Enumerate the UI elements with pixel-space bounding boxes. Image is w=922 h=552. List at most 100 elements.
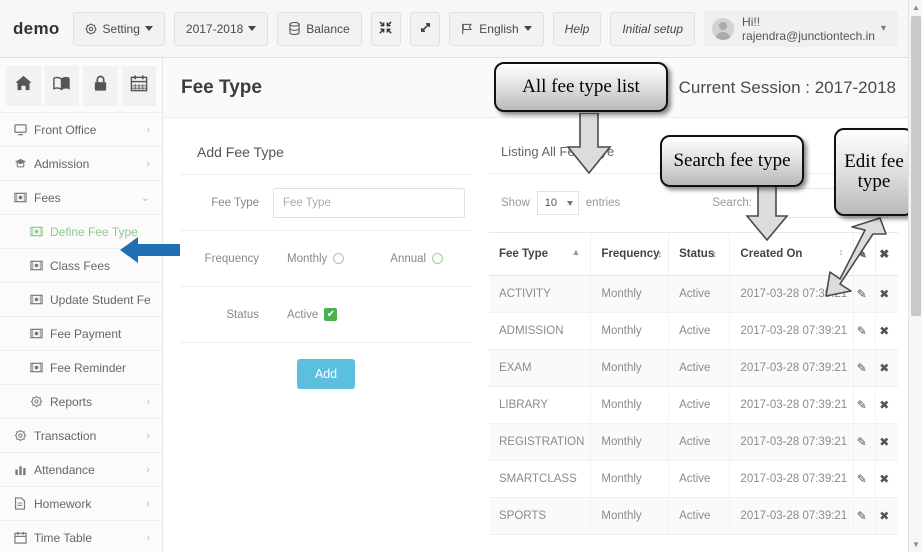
col-fee-type[interactable]: Fee Type — [489, 232, 592, 276]
radio-icon[interactable] — [432, 253, 444, 264]
money-icon — [30, 328, 50, 339]
user-menu[interactable]: Hi!! rajendra@junctiontech.in ▾ — [704, 10, 898, 47]
home-icon-tile[interactable] — [6, 66, 41, 106]
lock-icon — [92, 74, 109, 98]
row-edit-button[interactable]: ✎ — [853, 349, 877, 387]
add-button[interactable]: Add — [296, 359, 356, 389]
cell-fee-type: REGISTRATION — [489, 423, 592, 461]
sidebar-item-fee-reminder[interactable]: Fee Reminder — [0, 351, 162, 385]
frequency-monthly-option[interactable]: Monthly — [287, 252, 345, 265]
compress-button[interactable] — [370, 11, 401, 46]
table-row: SMARTCLASS Monthly Active 2017-03-28 07:39:… — [489, 460, 898, 498]
sidebar-item-admission[interactable]: Admission › — [0, 147, 162, 181]
close-icon[interactable]: ✖ — [879, 398, 889, 412]
row-delete-button[interactable]: ✖ — [875, 423, 898, 461]
status-active-checkbox[interactable]: Active ✔ — [273, 308, 465, 321]
check-icon[interactable]: ✔ — [324, 308, 338, 321]
row-delete-button[interactable]: ✖ — [875, 386, 898, 424]
close-icon[interactable]: ✖ — [879, 324, 889, 338]
row-delete-button[interactable]: ✖ — [875, 349, 898, 387]
session-year-button[interactable]: 2017-2018 — [173, 11, 269, 46]
balance-label: Balance — [306, 21, 350, 36]
calendar-icon-tile[interactable] — [121, 66, 156, 106]
sidebar-item-label: Transaction — [34, 428, 97, 443]
row-edit-button[interactable]: ✎ — [853, 386, 877, 424]
sidebar-item-attendance[interactable]: Attendance › — [0, 453, 162, 487]
chevron-right-icon: › — [146, 463, 150, 476]
row-delete-button[interactable]: ✖ — [875, 497, 898, 535]
sidebar-item-time-table[interactable]: Time Table › — [0, 521, 162, 552]
col-frequency[interactable]: Frequency↕ — [590, 232, 670, 276]
lock-icon-tile[interactable] — [83, 66, 118, 106]
row-delete-button[interactable]: ✖ — [875, 460, 898, 498]
close-icon[interactable]: ✖ — [879, 361, 889, 375]
scroll-up-icon[interactable]: ▲ — [912, 3, 920, 12]
cell-frequency: Monthly — [590, 423, 670, 461]
cell-fee-type: ADMISSION — [489, 312, 592, 350]
edit-icon[interactable]: ✎ — [857, 324, 867, 338]
book-icon-tile[interactable] — [44, 66, 79, 106]
user-greeting: Hi!! rajendra@junctiontech.in — [742, 14, 875, 43]
row-delete-button[interactable]: ✖ — [875, 312, 898, 350]
close-icon[interactable]: ✖ — [879, 509, 889, 523]
sidebar-item-fee-payment[interactable]: Fee Payment — [0, 317, 162, 351]
row-edit-button[interactable]: ✎ — [853, 423, 877, 461]
radio-icon[interactable] — [333, 253, 345, 264]
cell-created-on: 2017-03-28 07:39:21 — [729, 497, 855, 535]
cell-created-on: 2017-03-28 07:39:21 — [729, 460, 855, 498]
brand-logo[interactable]: demo — [0, 19, 73, 39]
sidebar-item-fees[interactable]: Fees ⌄ — [0, 181, 162, 215]
help-button[interactable]: Help — [552, 11, 602, 46]
frequency-monthly-label: Monthly — [287, 252, 328, 265]
setting-button[interactable]: Setting — [72, 11, 165, 46]
frequency-annual-option[interactable]: Annual — [390, 253, 444, 265]
row-edit-button[interactable]: ✎ — [853, 497, 877, 535]
document-icon — [14, 497, 34, 510]
cell-fee-type: EXAM — [489, 349, 592, 387]
page-scrollbar[interactable]: ▲ ▼ — [908, 0, 922, 552]
entries-select[interactable]: 10 — [536, 191, 579, 215]
sidebar-item-label: Fee Reminder — [50, 360, 127, 375]
sidebar: Front Office › Admission › Fees ⌄ Define Fee T… — [0, 58, 163, 552]
edit-icon[interactable]: ✎ — [857, 361, 867, 375]
balance-button[interactable]: Balance — [277, 11, 362, 46]
flag-icon — [461, 23, 473, 35]
sidebar-item-homework[interactable]: Homework › — [0, 487, 162, 521]
sidebar-item-update-student-fees[interactable]: Update Student Fees — [0, 283, 162, 317]
close-icon[interactable]: ✖ — [879, 472, 889, 486]
sort-icon: ↕ — [712, 249, 717, 259]
cell-frequency: Monthly — [590, 460, 670, 498]
show-label: Show — [501, 197, 530, 209]
row-edit-button[interactable]: ✎ — [853, 460, 877, 498]
scroll-down-icon[interactable]: ▼ — [912, 540, 920, 549]
sidebar-item-front-office[interactable]: Front Office › — [0, 113, 162, 147]
col-status[interactable]: Status↕ — [668, 232, 731, 276]
fee-type-input[interactable] — [273, 187, 465, 218]
language-button[interactable]: English — [449, 11, 544, 46]
frequency-row: Frequency Monthly Annual — [181, 230, 471, 286]
close-icon[interactable]: ✖ — [879, 435, 889, 449]
row-edit-button[interactable]: ✎ — [853, 312, 877, 350]
cell-status: Active — [668, 423, 731, 461]
edit-icon[interactable]: ✎ — [857, 472, 867, 486]
cell-fee-type: LIBRARY — [489, 386, 592, 424]
compress-icon — [379, 20, 392, 37]
edit-icon[interactable]: ✎ — [857, 398, 867, 412]
edit-icon[interactable]: ✎ — [857, 435, 867, 449]
help-label: Help — [564, 21, 590, 36]
language-label: English — [479, 21, 519, 36]
chevron-right-icon: › — [146, 123, 150, 136]
cell-status: Active — [668, 275, 731, 313]
expand-button[interactable] — [409, 11, 441, 46]
sidebar-item-label: Update Student Fees — [50, 292, 150, 307]
chevron-down-icon — [144, 26, 153, 31]
add-fee-type-panel: Add Fee Type Fee Type Frequency — [181, 134, 471, 535]
gear-icon — [14, 429, 34, 442]
scrollbar-thumb[interactable] — [911, 16, 921, 316]
edit-icon[interactable]: ✎ — [857, 509, 867, 523]
sidebar-item-transaction[interactable]: Transaction › — [0, 419, 162, 453]
cell-frequency: Monthly — [590, 349, 670, 387]
sidebar-pointer-arrow — [120, 237, 180, 263]
initial-setup-button[interactable]: Initial setup — [610, 11, 696, 46]
sidebar-item-reports[interactable]: Reports › — [0, 385, 162, 419]
